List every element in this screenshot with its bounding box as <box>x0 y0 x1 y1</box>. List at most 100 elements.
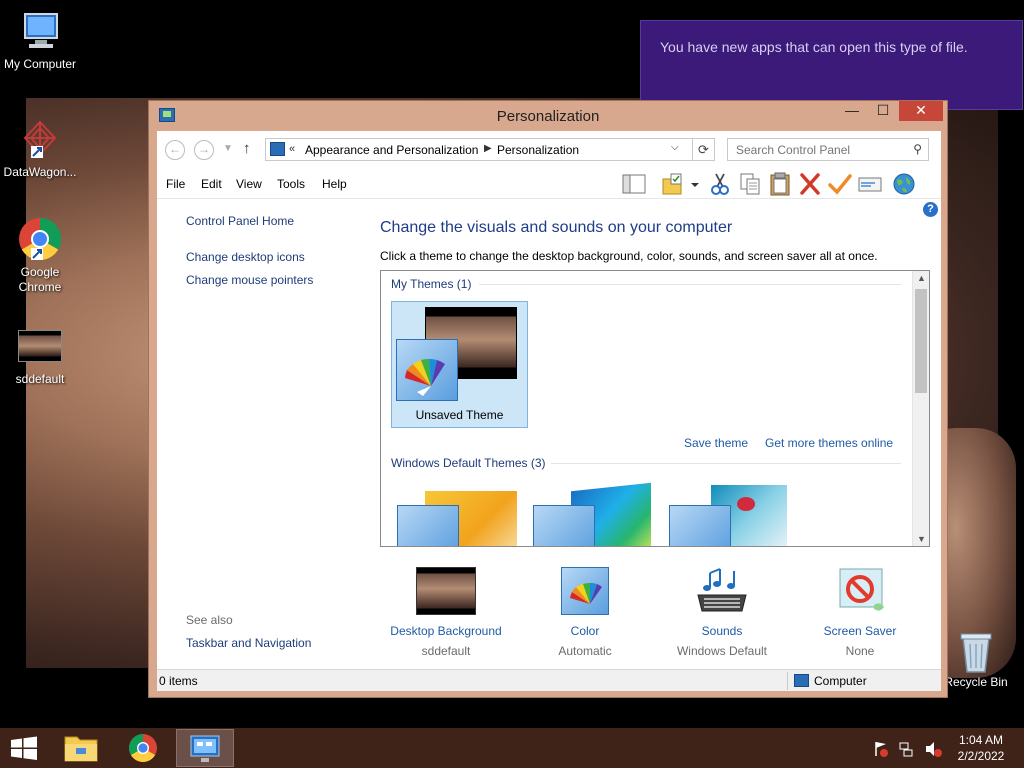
desktop-icon-datawagon[interactable]: DataWagon... <box>0 116 80 180</box>
forward-button[interactable]: → <box>194 140 214 160</box>
desktop-icon-recycle-bin[interactable]: Recycle Bin <box>936 630 1016 690</box>
color-item[interactable]: Color Automatic <box>515 567 655 660</box>
globe-icon[interactable] <box>891 172 917 196</box>
start-button[interactable] <box>0 728 48 768</box>
color-label[interactable]: Color <box>515 623 655 639</box>
change-mouse-pointers-link[interactable]: Change mouse pointers <box>186 273 313 287</box>
page-description: Click a theme to change the desktop back… <box>380 249 878 263</box>
screen-saver-item[interactable]: Screen Saver None <box>790 567 930 660</box>
refresh-button[interactable]: ⟳ <box>693 138 715 161</box>
menu-file[interactable]: File <box>166 177 185 191</box>
desktop: My Computer DataWagon... Google Chrome s… <box>0 0 1024 728</box>
status-location: Computer <box>814 674 867 688</box>
desktop-icon-label: My Computer <box>3 57 77 71</box>
sounds-icon <box>692 567 752 617</box>
taskbar-clock[interactable]: 1:04 AM 2/2/2022 <box>950 732 1012 764</box>
screen-saver-label[interactable]: Screen Saver <box>790 623 930 639</box>
breadcrumb-personalization[interactable]: Personalization <box>497 143 579 157</box>
default-theme-windows[interactable] <box>395 485 521 546</box>
chrome-icon <box>17 216 63 262</box>
themes-list: My Themes (1) Unsaved Theme Save theme G… <box>380 270 930 547</box>
scroll-up-arrow-icon[interactable]: ▲ <box>913 273 929 283</box>
windows-default-themes-header[interactable]: Windows Default Themes (3) <box>391 456 546 470</box>
menu-edit[interactable]: Edit <box>201 177 222 191</box>
breadcrumb-separator-icon[interactable]: ▶ <box>484 143 492 154</box>
address-bar[interactable]: « Appearance and Personalization ▶ Perso… <box>265 138 693 161</box>
notification-toast[interactable]: You have new apps that can open this typ… <box>640 20 1023 110</box>
personalization-window: Personalization — ☐ ✕ ← → ▼ ↑ « Appearan… <box>148 100 948 698</box>
desktop-icon-label: Google Chrome <box>18 265 62 294</box>
chevron-down-icon[interactable] <box>687 172 703 196</box>
color-fan-icon <box>555 567 615 617</box>
screen-saver-value: None <box>845 644 875 658</box>
left-navigation-pane: Control Panel Home Change desktop icons … <box>157 200 367 670</box>
delete-icon[interactable] <box>797 172 823 196</box>
desktop-icon-google-chrome[interactable]: Google Chrome <box>0 216 80 295</box>
sounds-value: Windows Default <box>676 644 768 658</box>
page-heading: Change the visuals and sounds on your co… <box>380 219 733 236</box>
clock-time: 1:04 AM <box>958 733 1004 747</box>
computer-icon <box>794 674 809 687</box>
unsaved-theme-tile[interactable]: Unsaved Theme <box>391 301 528 428</box>
back-button[interactable]: ← <box>165 140 185 160</box>
taskbar-and-navigation-link[interactable]: Taskbar and Navigation <box>186 636 311 650</box>
desktop-icon-my-computer[interactable]: My Computer <box>0 8 80 72</box>
chevron-down-icon[interactable]: ⌵ <box>671 142 679 153</box>
breadcrumb-appearance[interactable]: Appearance and Personalization <box>305 143 478 157</box>
datawagon-icon <box>17 116 63 162</box>
default-theme-lines-and-colors[interactable] <box>531 482 657 546</box>
scroll-down-arrow-icon[interactable]: ▼ <box>913 534 929 544</box>
search-input[interactable] <box>728 139 906 160</box>
control-panel-home-link[interactable]: Control Panel Home <box>186 214 294 228</box>
properties-check-icon[interactable] <box>827 172 853 196</box>
mail-icon[interactable] <box>857 172 883 196</box>
title-bar[interactable]: Personalization — ☐ ✕ <box>149 101 947 131</box>
desktop-background-item[interactable]: Desktop Background sddefault <box>376 567 516 660</box>
taskbar-control-panel[interactable] <box>176 729 234 767</box>
taskbar-google-chrome[interactable] <box>114 729 172 767</box>
clock-date: 2/2/2022 <box>957 749 1005 763</box>
recycle-bin-icon <box>953 630 999 673</box>
scrollbar-thumb[interactable] <box>915 289 927 393</box>
screen-saver-icon <box>830 567 890 617</box>
control-panel-icon <box>190 735 220 762</box>
default-theme-flowers[interactable] <box>667 485 793 546</box>
status-item-count: 0 items <box>159 674 198 688</box>
minimize-button[interactable]: — <box>837 101 867 121</box>
desktop-icon-label: DataWagon... <box>3 165 77 179</box>
desktop-icon-label: sddefault <box>15 372 65 386</box>
maximize-button[interactable]: ☐ <box>868 101 898 121</box>
close-button[interactable]: ✕ <box>899 101 943 121</box>
copy-icon[interactable] <box>737 172 763 196</box>
get-more-themes-link[interactable]: Get more themes online <box>765 436 893 450</box>
themes-scrollbar[interactable]: ▲ ▼ <box>912 271 929 546</box>
color-value: Automatic <box>558 644 612 658</box>
layout-pane-icon[interactable] <box>621 172 647 196</box>
menu-help[interactable]: Help <box>322 177 347 191</box>
up-arrow-button[interactable]: ↑ <box>243 140 251 157</box>
image-file-icon <box>17 330 63 364</box>
cut-icon[interactable] <box>707 172 733 196</box>
search-icon[interactable]: ⚲ <box>913 142 922 156</box>
recent-locations-chevron-icon[interactable]: ▼ <box>223 143 233 154</box>
folder-options-icon[interactable] <box>661 172 687 196</box>
status-bar: 0 items Computer <box>157 669 941 691</box>
menu-tools[interactable]: Tools <box>277 177 305 191</box>
color-fan-icon <box>533 505 595 546</box>
change-desktop-icons-link[interactable]: Change desktop icons <box>186 250 305 264</box>
system-tray <box>870 740 950 758</box>
help-icon[interactable]: ? <box>923 202 938 217</box>
my-themes-header[interactable]: My Themes (1) <box>391 277 471 291</box>
menu-view[interactable]: View <box>236 177 262 191</box>
desktop-icon-sddefault[interactable]: sddefault <box>0 330 80 387</box>
control-panel-icon <box>270 142 285 156</box>
paste-icon[interactable] <box>767 172 793 196</box>
breadcrumb-overflow[interactable]: « <box>289 143 295 155</box>
taskbar-file-explorer[interactable] <box>52 729 110 767</box>
sounds-label[interactable]: Sounds <box>652 623 792 639</box>
desktop-background-label[interactable]: Desktop Background <box>376 623 516 639</box>
folder-icon <box>64 736 98 762</box>
save-theme-link[interactable]: Save theme <box>684 436 748 450</box>
search-box[interactable]: ⚲ <box>727 138 929 161</box>
sounds-item[interactable]: Sounds Windows Default <box>652 567 792 660</box>
